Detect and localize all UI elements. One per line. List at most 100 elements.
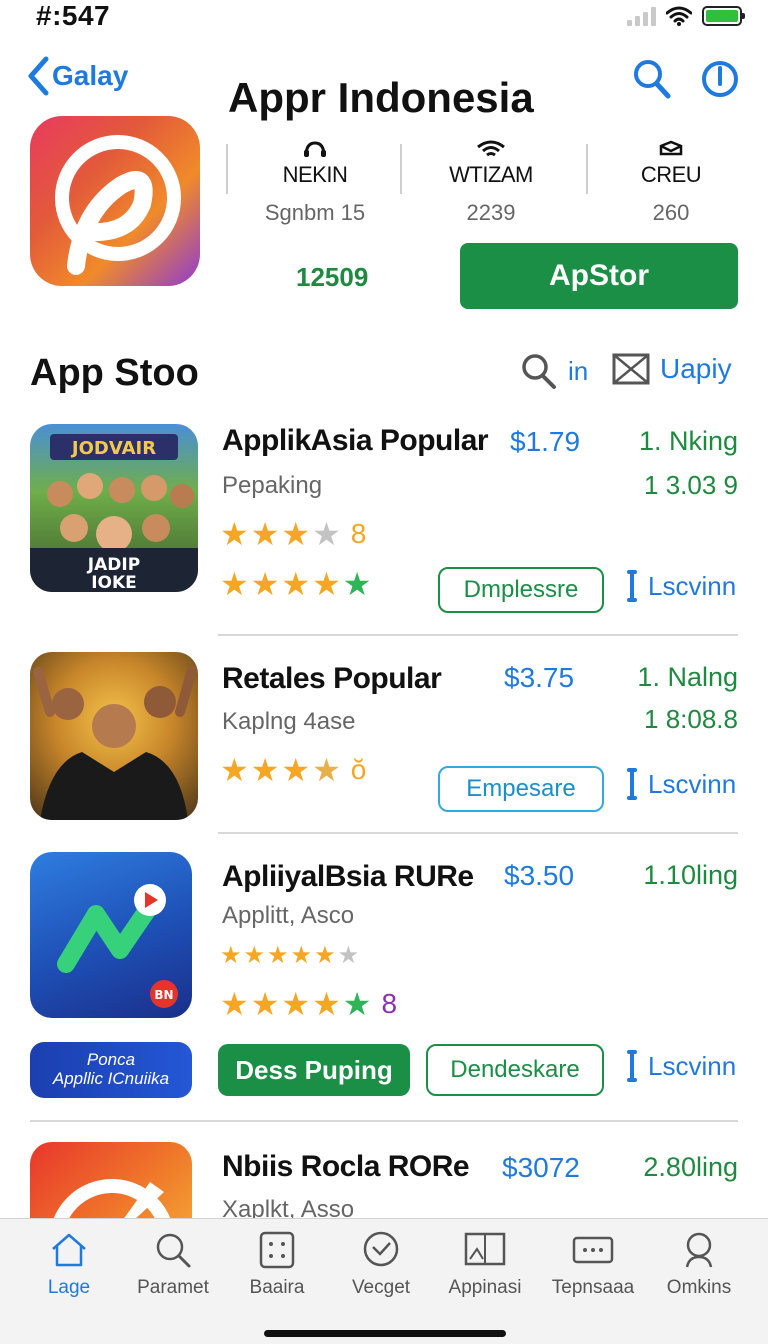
app-thumbnail[interactable]: BN <box>30 852 192 1018</box>
link-label: Lscvinn <box>648 570 737 601</box>
mail-icon <box>612 353 650 385</box>
app-price: $1.79 <box>510 426 581 457</box>
tab-grid[interactable]: Baaira <box>222 1231 332 1299</box>
star-icon: ★ <box>220 752 249 788</box>
signal-icon <box>627 6 656 26</box>
app-rank: 1.10ling <box>643 860 738 890</box>
stat-label: WTIZAM <box>449 162 533 187</box>
section-search[interactable]: in <box>520 352 588 390</box>
link-item[interactable]: Lscvinn <box>627 768 737 800</box>
thumb-caption: JADIP <box>87 555 140 575</box>
link-label: Lscvinn <box>648 1050 737 1081</box>
star-icon: ★ <box>220 566 249 602</box>
star-icon: ★ <box>312 986 341 1022</box>
promo-line-2: Appllic ICnuiika <box>52 1069 170 1088</box>
tab-home[interactable]: Lage <box>14 1231 124 1299</box>
search-icon <box>522 354 556 389</box>
people-image <box>33 665 197 820</box>
chart-logo-icon: BN <box>57 884 178 1008</box>
cursor-icon <box>627 1050 637 1082</box>
app-price: $3.75 <box>504 662 575 693</box>
rating-count: 8 <box>381 988 398 1019</box>
app-name[interactable]: ApplikAsia Popular <box>222 424 489 458</box>
app-rank: 1. Nalng <box>637 662 738 692</box>
link-item[interactable]: Lscvinn <box>627 570 737 602</box>
info-icon[interactable] <box>700 58 740 100</box>
star-icon: ★ <box>281 566 311 602</box>
link-label: Lscvinn <box>648 768 737 799</box>
star-icon: ★ <box>312 752 341 788</box>
action-button[interactable]: Dmplessre <box>438 567 604 613</box>
star-icon: ★ <box>281 986 311 1022</box>
thumb-title: JODVAIR <box>70 438 156 459</box>
status-icons <box>627 6 745 26</box>
app-subtitle: Applitt, Asco <box>222 902 355 929</box>
star-icon: ★ <box>250 752 280 788</box>
gallery-icon <box>464 1232 506 1266</box>
chevron-left-icon <box>28 56 49 96</box>
tab-label: Baaira <box>249 1277 305 1298</box>
tab-label: Lage <box>47 1277 91 1298</box>
star-icon: ★ <box>312 566 341 602</box>
star-icon: ★ <box>281 752 311 788</box>
tab-profile[interactable]: Omkins <box>644 1231 754 1299</box>
app-name[interactable]: ApliiyalBsia RURe <box>222 860 474 894</box>
stat-value: 260 <box>652 200 690 225</box>
search-label: in <box>568 355 589 386</box>
star-icon: ★ <box>250 516 280 552</box>
link-item[interactable]: Lscvinn <box>627 1050 737 1082</box>
app-icon <box>30 116 200 286</box>
rating-stars: ★ ★ ★ ★ ŏ <box>220 754 366 786</box>
rating-count: ŏ <box>350 754 367 785</box>
app-logo-icon <box>55 135 181 275</box>
app-thumbnail[interactable]: JODVAIR JADIP IOKE <box>30 424 198 592</box>
stat-value: Sgnbm 15 <box>264 200 366 225</box>
star-icon: ★ <box>243 942 266 969</box>
app-rank: 1. Nking <box>638 426 738 456</box>
thumb-badge: BN <box>154 988 173 1002</box>
app-name[interactable]: Retales Popular <box>222 662 442 696</box>
star-icon: ★ <box>267 942 289 969</box>
app-rank-detail: 1 3.03 9 <box>644 470 738 500</box>
star-icon: ★ <box>220 516 249 552</box>
divider <box>218 634 738 636</box>
tab-label: Vecget <box>351 1277 411 1298</box>
section-title: App Stoo <box>30 352 199 394</box>
app-subtitle: Pepaking <box>222 472 323 499</box>
check-circle-icon <box>363 1231 399 1267</box>
tab-bar: Lage Paramet Baaira Vecget Appinasi Tepn… <box>0 1218 768 1344</box>
tab-label: Omkins <box>666 1277 732 1298</box>
promo-badge[interactable]: Ponca Appllic ICnuiika <box>30 1042 192 1098</box>
battery-icon <box>702 6 745 26</box>
tab-updates[interactable]: Vecget <box>326 1231 436 1299</box>
app-name[interactable]: Nbiis Rocla RORe <box>222 1150 470 1184</box>
back-button[interactable]: Galay <box>26 56 128 96</box>
star-icon: ★ <box>281 516 311 552</box>
status-time: #:547 <box>36 0 111 31</box>
star-icon: ★ <box>342 566 372 602</box>
cursor-icon <box>627 768 637 800</box>
app-subtitle: Kaplng 4ase <box>222 708 356 735</box>
grid-icon <box>259 1231 295 1269</box>
stat-label: CREU <box>640 162 702 187</box>
stat-label: NEKIN <box>282 162 348 187</box>
headphones-icon <box>304 141 326 157</box>
rating-stars: ★ ★ ★ ★ 8 <box>220 518 366 550</box>
star-icon: ★ <box>250 566 280 602</box>
primary-button[interactable]: Dess Puping <box>218 1044 410 1096</box>
rating-count: 8 <box>350 518 367 549</box>
tab-search[interactable]: Paramet <box>118 1231 228 1299</box>
app-rank: 2.80ling <box>643 1152 738 1182</box>
tab-arcade[interactable]: Tepnsaaa <box>538 1231 648 1299</box>
get-button[interactable]: ApStor <box>460 243 738 309</box>
star-icon: ★ <box>220 942 242 969</box>
action-button[interactable]: Dendeskare <box>426 1044 604 1096</box>
app-thumbnail[interactable] <box>30 652 198 820</box>
section-update[interactable]: Uapiy <box>612 352 732 386</box>
action-button[interactable]: Empesare <box>438 766 604 812</box>
app-price: $3072 <box>502 1152 580 1183</box>
stat-3: CREU 260 <box>596 140 746 226</box>
rating-stars-2: ★ ★ ★ ★ ★ <box>220 568 371 600</box>
tab-apps[interactable]: Appinasi <box>430 1231 540 1299</box>
search-icon[interactable] <box>632 58 672 100</box>
